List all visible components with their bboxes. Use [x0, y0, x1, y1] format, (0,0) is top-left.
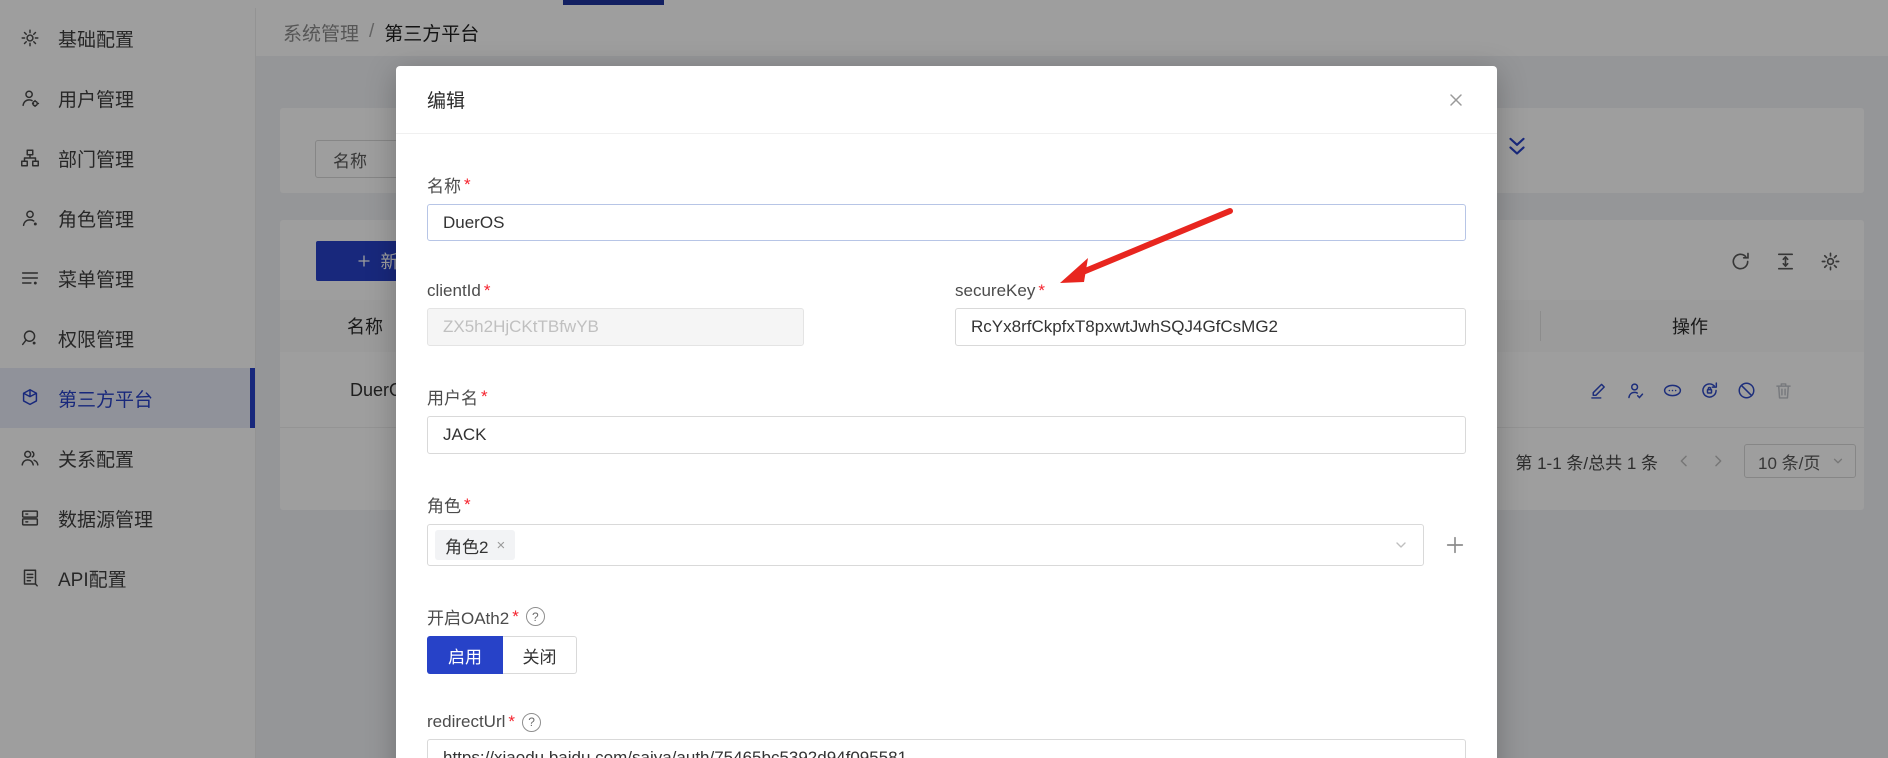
- dialog-title: 编辑: [427, 86, 465, 113]
- field-role: 角色* 角色2 ×: [427, 492, 1466, 566]
- dialog-body: 名称* clientId* secureKey*: [396, 172, 1497, 758]
- redirect-url-input[interactable]: [427, 739, 1466, 758]
- name-label: 名称: [427, 172, 461, 197]
- oauth-disable-option[interactable]: 关闭: [503, 636, 577, 674]
- required-asterisk: *: [512, 607, 519, 627]
- required-asterisk: *: [464, 175, 471, 195]
- role-multiselect[interactable]: 角色2 ×: [427, 524, 1424, 566]
- add-role-plus-icon[interactable]: [1444, 534, 1466, 556]
- page: 基础配置 用户管理 部门管理 角色管理 菜单管理 权限管理 第三方平台 关系配: [0, 0, 1888, 758]
- secure-key-label: secureKey: [955, 281, 1035, 301]
- field-redirect-url: redirectUrl* ?: [427, 712, 1466, 758]
- question-circle-icon[interactable]: ?: [526, 607, 545, 626]
- field-name: 名称*: [427, 172, 1466, 241]
- close-icon[interactable]: [1446, 90, 1466, 110]
- oauth-enable-option[interactable]: 启用: [427, 636, 503, 674]
- question-circle-icon[interactable]: ?: [522, 713, 541, 732]
- edit-dialog: 编辑 名称* clientId* secureKey*: [396, 66, 1497, 758]
- field-username: 用户名*: [427, 384, 1466, 454]
- client-id-input: [427, 308, 804, 346]
- role-tag: 角色2 ×: [435, 530, 515, 560]
- required-asterisk: *: [464, 495, 471, 515]
- name-input[interactable]: [427, 204, 1466, 241]
- redirect-url-label: redirectUrl: [427, 712, 505, 732]
- field-secure-key: secureKey*: [955, 281, 1466, 346]
- field-oauth: 开启OAth2* ? 启用 关闭: [427, 604, 1466, 674]
- field-client-id: clientId*: [427, 281, 804, 346]
- role-tag-label: 角色2: [445, 533, 488, 558]
- oauth-toggle-group: 启用 关闭: [427, 636, 1466, 674]
- field-row-credentials: clientId* secureKey*: [427, 281, 1466, 346]
- required-asterisk: *: [481, 387, 488, 407]
- required-asterisk: *: [484, 281, 491, 301]
- chevron-down-icon: [1393, 537, 1409, 553]
- username-label: 用户名: [427, 384, 478, 409]
- oauth-label: 开启OAth2: [427, 604, 509, 629]
- username-input[interactable]: [427, 416, 1466, 454]
- role-label: 角色: [427, 492, 461, 517]
- required-asterisk: *: [1038, 281, 1045, 301]
- required-asterisk: *: [508, 712, 515, 732]
- tag-remove-icon[interactable]: ×: [496, 537, 505, 554]
- client-id-label: clientId: [427, 281, 481, 301]
- secure-key-input[interactable]: [955, 308, 1466, 346]
- dialog-header: 编辑: [396, 66, 1497, 134]
